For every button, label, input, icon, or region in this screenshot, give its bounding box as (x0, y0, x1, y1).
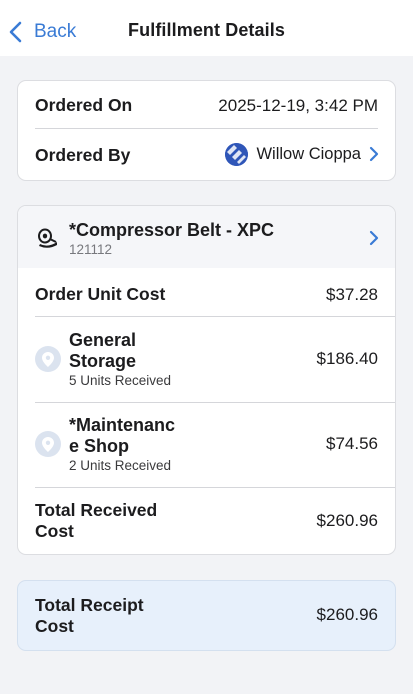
divider (35, 402, 395, 403)
location-units-received: 2 Units Received (69, 458, 172, 473)
item-number: 121112 (69, 242, 113, 257)
location-pin-icon (35, 431, 61, 457)
location-name: General Storage (69, 330, 137, 371)
order-unit-cost-value: $37.28 (326, 285, 378, 304)
chevron-right-icon (369, 146, 379, 162)
ordered-by-name: Willow Cioppa (256, 144, 361, 163)
divider (35, 316, 395, 317)
location-cost: $186.40 (316, 349, 378, 368)
total-receipt-cost-value: $260.96 (316, 605, 378, 624)
order-info-card: Ordered On 2025-12-19, 3:42 PM Ordered B… (17, 80, 396, 181)
item-row[interactable]: *Compressor Belt - XPC 121112 (18, 206, 395, 268)
total-received-cost-label: Total Received Cost (35, 500, 158, 541)
order-unit-cost-label: Order Unit Cost (35, 284, 166, 304)
total-receipt-card: Total Receipt Cost $260.96 (17, 580, 396, 651)
avatar (225, 142, 249, 166)
location-units-received: 5 Units Received (69, 373, 172, 388)
ordered-by-label: Ordered By (35, 145, 131, 165)
page-title: Fulfillment Details (128, 20, 285, 40)
total-receipt-cost-label: Total Receipt Cost (35, 595, 144, 636)
ordered-on-label: Ordered On (35, 95, 133, 115)
chevron-right-icon (369, 230, 379, 246)
divider (35, 128, 378, 129)
ordered-by-user[interactable]: Willow Cioppa (225, 141, 379, 167)
ordered-on-value: 2025-12-19, 3:42 PM (218, 96, 378, 115)
location-cost: $74.56 (326, 434, 378, 453)
nav-bar: Back Fulfillment Details (0, 0, 413, 56)
divider (35, 487, 395, 488)
item-cost-card: *Compressor Belt - XPC 121112 Order Unit… (17, 205, 396, 555)
item-name: *Compressor Belt - XPC (69, 220, 275, 240)
location-pin-icon (35, 346, 61, 372)
total-received-cost-value: $260.96 (316, 511, 378, 530)
location-name: *Maintenance Shop (69, 415, 176, 456)
compressor-belt-icon (38, 228, 57, 248)
